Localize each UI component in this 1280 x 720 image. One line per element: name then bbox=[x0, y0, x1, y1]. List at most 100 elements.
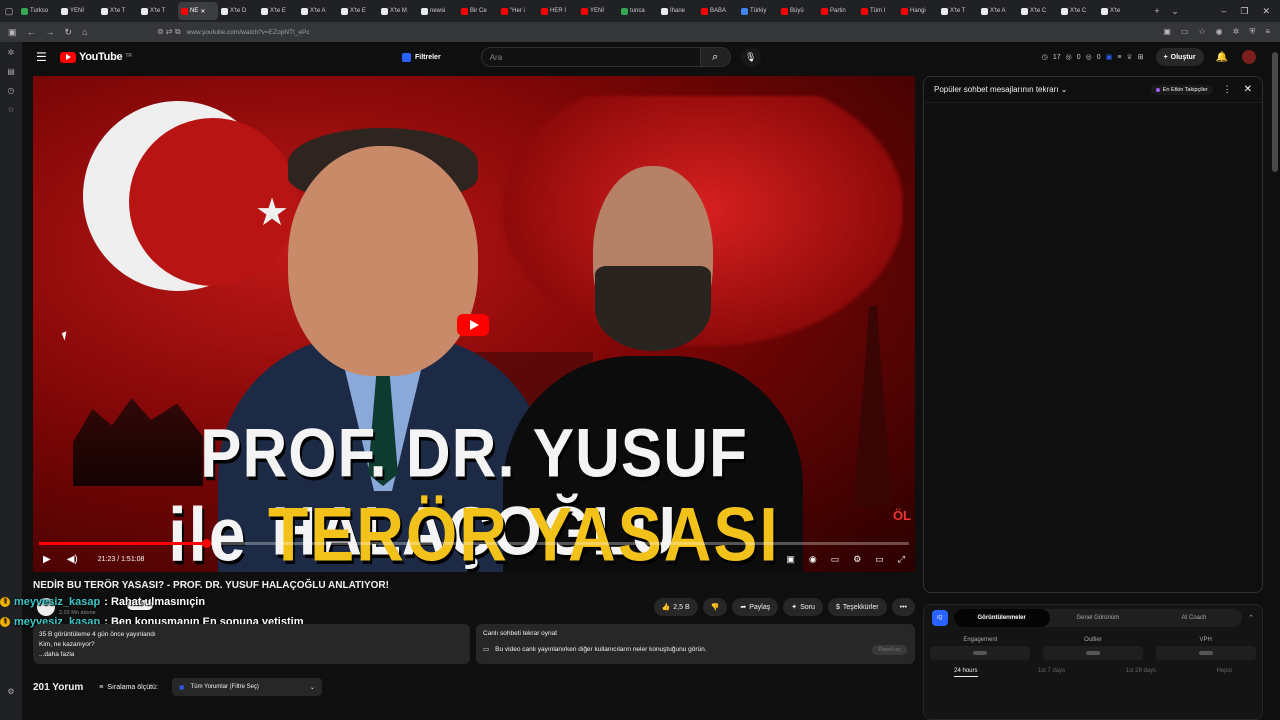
youtube-logo[interactable]: YouTube TR bbox=[60, 51, 132, 63]
profile-icon[interactable]: ◉ bbox=[1216, 27, 1223, 37]
browser-tab[interactable]: newsi bbox=[418, 2, 458, 20]
filter-button[interactable]: Filtreler bbox=[402, 52, 441, 62]
tab-ai-coach[interactable]: AI Coach bbox=[1146, 609, 1242, 627]
screenshot-icon[interactable]: ▣ bbox=[1163, 27, 1171, 37]
browser-tab[interactable]: NE ✕ bbox=[178, 2, 218, 20]
favorites-icon[interactable]: ☆ bbox=[7, 105, 14, 114]
browser-tab[interactable]: Turkso bbox=[18, 2, 58, 20]
browser-tab[interactable]: X'te D bbox=[218, 2, 258, 20]
share-button[interactable]: ➦ Paylaş bbox=[732, 598, 779, 616]
browser-menu-icon[interactable]: ≡ bbox=[1265, 27, 1270, 37]
back-icon[interactable]: ← bbox=[27, 27, 36, 38]
tab-close-icon[interactable]: ✕ bbox=[200, 8, 205, 15]
browser-tab[interactable]: Hangi bbox=[898, 2, 938, 20]
settings-icon[interactable]: ⚙ bbox=[7, 687, 14, 696]
history-icon[interactable]: ◷ bbox=[8, 86, 15, 95]
thanks-button[interactable]: $ Teşekkürler bbox=[827, 598, 887, 616]
tab-actions-icon[interactable]: ▢ bbox=[0, 0, 18, 22]
center-play-button[interactable] bbox=[457, 314, 489, 336]
extension-stats[interactable]: ◷ 17 ◎ 0 ◎ 0 ▣ ≡ ♕ ⊞ bbox=[1042, 53, 1144, 62]
browser-tab[interactable]: Tüm I bbox=[858, 2, 898, 20]
browser-tab[interactable]: X'te T bbox=[138, 2, 178, 20]
browser-tab[interactable]: X'te C bbox=[1018, 2, 1058, 20]
browser-tab[interactable]: HER İ bbox=[538, 2, 578, 20]
maximize-icon[interactable]: ❐ bbox=[1240, 6, 1248, 17]
new-tab-icon[interactable]: + bbox=[1148, 0, 1166, 22]
bookmark-star-icon[interactable]: ☆ bbox=[1198, 27, 1205, 37]
browser-tab[interactable]: X'te C bbox=[1058, 2, 1098, 20]
range-all[interactable]: Hepsi bbox=[1217, 668, 1232, 677]
video-player[interactable]: ★ PROF. DR. YUSUF HALAÇOĞLU ile TERÖR YA… bbox=[33, 76, 915, 572]
page-scrollbar[interactable] bbox=[1272, 46, 1278, 716]
top-fans-button[interactable]: En Etkin Takipçiler bbox=[1150, 84, 1213, 95]
browser-tab[interactable]: İhane bbox=[658, 2, 698, 20]
browser-tab[interactable]: Bir Ce bbox=[458, 2, 498, 20]
browser-tab[interactable]: Partin bbox=[818, 2, 858, 20]
browser-tab[interactable]: X'te T bbox=[98, 2, 138, 20]
browser-tab[interactable]: YENİ bbox=[58, 2, 98, 20]
browser-tab[interactable]: YENİ bbox=[578, 2, 618, 20]
settings-gear-icon[interactable]: ⚙ bbox=[853, 554, 861, 565]
sort-button[interactable]: ≡ Sıralama ölçütü: bbox=[99, 684, 158, 691]
description-box[interactable]: 35 B görüntüleme 4 gün önce yayınlandı K… bbox=[33, 624, 470, 664]
tab-search-icon[interactable]: ⌄ bbox=[1166, 0, 1184, 22]
close-icon[interactable]: ✕ bbox=[1244, 84, 1252, 95]
show-more-link[interactable]: ...daha fazla bbox=[39, 650, 464, 660]
extensions-icon[interactable]: ✲ bbox=[1233, 27, 1240, 37]
browser-tab[interactable]: X'te A bbox=[298, 2, 338, 20]
play-icon[interactable]: ▶ bbox=[43, 554, 51, 565]
theater-mode-icon[interactable]: ▭ bbox=[875, 554, 884, 565]
browser-tab[interactable]: Türkiy bbox=[738, 2, 778, 20]
chat-mode-dropdown[interactable]: Popüler sohbet mesajlarının tekrarı ⌄ bbox=[934, 85, 1067, 94]
shield-icon[interactable]: ⛨ bbox=[1249, 27, 1255, 37]
url-text[interactable]: www.youtube.com/watch?v=EZopNTt_ePc bbox=[187, 29, 310, 36]
browser-tab[interactable]: X'te A bbox=[978, 2, 1018, 20]
scrollbar-thumb[interactable] bbox=[1272, 52, 1278, 172]
ai-icon[interactable]: ✲ bbox=[8, 48, 15, 57]
close-window-icon[interactable]: ✕ bbox=[1262, 6, 1270, 17]
account-avatar[interactable] bbox=[1242, 50, 1256, 64]
browser-tab[interactable]: X'te bbox=[1098, 2, 1138, 20]
chat-more-icon[interactable]: ⋮ bbox=[1223, 84, 1232, 95]
browser-tab[interactable]: "Her i bbox=[498, 2, 538, 20]
browser-tab[interactable]: X'te M bbox=[378, 2, 418, 20]
subtitles-icon[interactable]: ▭ bbox=[831, 554, 840, 565]
volume-icon[interactable]: ◀) bbox=[67, 554, 78, 565]
vidiq-player-icon[interactable]: ▣ bbox=[786, 554, 795, 565]
browser-tab[interactable]: X'te T bbox=[938, 2, 978, 20]
create-button[interactable]: + Oluştur bbox=[1155, 48, 1204, 66]
hamburger-menu-icon[interactable]: ☰ bbox=[36, 50, 56, 64]
home-icon[interactable]: ⌂ bbox=[82, 27, 87, 38]
fullscreen-icon[interactable]: ⤢ bbox=[898, 554, 905, 565]
search-input[interactable]: Ara bbox=[480, 47, 701, 67]
minimize-icon[interactable]: – bbox=[1221, 6, 1226, 17]
forward-icon[interactable]: → bbox=[46, 27, 55, 38]
dislike-button[interactable]: 👎 bbox=[702, 598, 728, 616]
cast-icon[interactable]: ▭ bbox=[1181, 27, 1189, 37]
voice-search-button[interactable]: 🎙 bbox=[740, 47, 761, 67]
autoplay-toggle-icon[interactable]: ◉ bbox=[809, 554, 817, 565]
site-info-icon[interactable]: ⊚ ⇄ ⧉ bbox=[157, 27, 181, 37]
range-28d[interactable]: 1st 28 days bbox=[1126, 668, 1157, 677]
tab-views[interactable]: Görüntülenmeler bbox=[953, 609, 1050, 627]
chat-scrollbar[interactable] bbox=[1256, 105, 1259, 585]
open-panel-button[interactable]: Paneli aç bbox=[872, 645, 907, 655]
notifications-bell-icon[interactable]: 🔔 bbox=[1216, 52, 1228, 63]
browser-tab[interactable]: BABA bbox=[698, 2, 738, 20]
tab-overview[interactable]: Genel Görünüm bbox=[1050, 609, 1146, 627]
search-button[interactable]: ⌕ bbox=[700, 47, 731, 67]
browser-tab[interactable]: tunca bbox=[618, 2, 658, 20]
wallet-icon[interactable]: ▤ bbox=[7, 67, 15, 76]
progress-bar[interactable] bbox=[39, 539, 909, 548]
browser-tab[interactable]: Büyü bbox=[778, 2, 818, 20]
more-actions-button[interactable]: ••• bbox=[891, 598, 915, 616]
collapse-icon[interactable]: ⌃ bbox=[1248, 614, 1254, 622]
ask-button[interactable]: ✦ Soru bbox=[783, 598, 823, 616]
range-7d[interactable]: 1st 7 days bbox=[1038, 668, 1065, 677]
range-24h[interactable]: 24 hours bbox=[954, 668, 978, 677]
browser-tab[interactable]: X'te E bbox=[258, 2, 298, 20]
comment-filter-select[interactable]: ▣ Tüm Yorumlar (Filtre Seç) ⌄ bbox=[171, 678, 322, 696]
like-button[interactable]: 👍 2,5 B bbox=[653, 598, 698, 616]
url-field[interactable]: ⊚ ⇄ ⧉ www.youtube.com/watch?v=EZopNTt_eP… bbox=[95, 24, 1095, 40]
sidebar-toggle-icon[interactable]: ▣ bbox=[8, 27, 17, 38]
